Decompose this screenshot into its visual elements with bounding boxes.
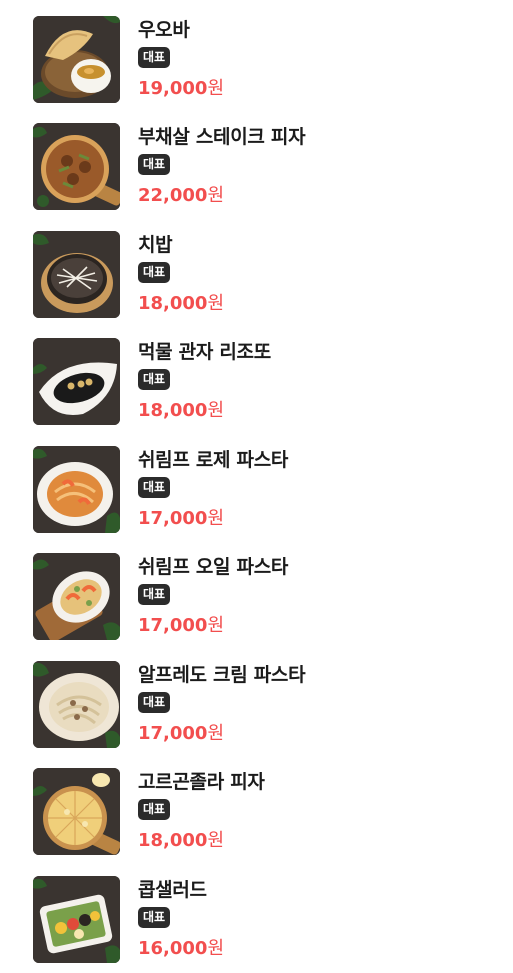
price-amount: 18,000 — [138, 830, 208, 851]
menu-item-gorgonzola-pizza[interactable]: 고르곤졸라 피자 대표 18,000원 — [33, 768, 493, 856]
menu-item-price: 17,000원 — [138, 722, 224, 746]
signature-badge: 대표 — [138, 154, 171, 175]
signature-badge: 대표 — [138, 369, 171, 390]
menu-item-thumbnail — [33, 661, 120, 748]
menu-item-name: 알프레도 크림 파스타 — [138, 664, 306, 686]
egg-dish-image — [33, 16, 120, 103]
menu-item-name: 고르곤졸라 피자 — [138, 771, 265, 793]
price-unit: 원 — [207, 293, 225, 314]
cheese-rice-image — [33, 231, 120, 318]
price-unit: 원 — [207, 78, 225, 99]
gorgonzola-pizza-image — [33, 768, 120, 855]
menu-item-name: 우오바 — [138, 19, 190, 41]
menu-item-shrimp-rose-pasta[interactable]: 쉬림프 로제 파스타 대표 17,000원 — [33, 446, 493, 534]
menu-item-name: 쉬림프 로제 파스타 — [138, 449, 289, 471]
menu-item-shrimp-oil-pasta[interactable]: 쉬림프 오일 파스타 대표 17,000원 — [33, 553, 493, 641]
menu-item-wooba[interactable]: 우오바 대표 19,000원 — [33, 16, 493, 104]
menu-item-price: 17,000원 — [138, 614, 224, 638]
menu-item-price: 19,000원 — [138, 77, 224, 101]
signature-badge: 대표 — [138, 47, 171, 68]
price-amount: 19,000 — [138, 78, 208, 99]
menu-item-thumbnail — [33, 123, 120, 210]
menu-item-thumbnail — [33, 338, 120, 425]
menu-item-thumbnail — [33, 231, 120, 318]
menu-item-name: 치밥 — [138, 234, 173, 256]
menu-item-thumbnail — [33, 768, 120, 855]
menu-item-name: 먹물 관자 리조또 — [138, 341, 271, 363]
menu-item-thumbnail — [33, 16, 120, 103]
cobb-salad-image — [33, 876, 120, 963]
price-amount: 16,000 — [138, 938, 208, 959]
shrimp-rose-pasta-image — [33, 446, 120, 533]
signature-badge: 대표 — [138, 584, 171, 605]
price-amount: 18,000 — [138, 293, 208, 314]
menu-item-chibap[interactable]: 치밥 대표 18,000원 — [33, 231, 493, 319]
price-unit: 원 — [207, 508, 225, 529]
menu-item-price: 16,000원 — [138, 937, 224, 961]
menu-item-steak-pizza[interactable]: 부채살 스테이크 피자 대표 22,000원 — [33, 123, 493, 211]
menu-list: 우오바 대표 19,000원 부채살 스테이크 피자 대표 22,000원 치밥… — [0, 0, 513, 973]
signature-badge: 대표 — [138, 477, 171, 498]
menu-item-thumbnail — [33, 553, 120, 640]
price-amount: 17,000 — [138, 723, 208, 744]
menu-item-price: 18,000원 — [138, 292, 224, 316]
price-amount: 17,000 — [138, 508, 208, 529]
price-unit: 원 — [207, 723, 225, 744]
menu-item-price: 22,000원 — [138, 184, 224, 208]
price-amount: 18,000 — [138, 400, 208, 421]
menu-item-price: 18,000원 — [138, 399, 224, 423]
menu-item-squid-ink-risotto[interactable]: 먹물 관자 리조또 대표 18,000원 — [33, 338, 493, 426]
signature-badge: 대표 — [138, 692, 171, 713]
squid-ink-risotto-image — [33, 338, 120, 425]
price-unit: 원 — [207, 185, 225, 206]
price-unit: 원 — [207, 400, 225, 421]
menu-item-price: 17,000원 — [138, 507, 224, 531]
price-amount: 22,000 — [138, 185, 208, 206]
menu-item-name: 콥샐러드 — [138, 879, 207, 901]
menu-item-name: 쉬림프 오일 파스타 — [138, 556, 289, 578]
menu-item-price: 18,000원 — [138, 829, 224, 853]
menu-item-thumbnail — [33, 876, 120, 963]
price-amount: 17,000 — [138, 615, 208, 636]
signature-badge: 대표 — [138, 799, 171, 820]
menu-item-cobb-salad[interactable]: 콥샐러드 대표 16,000원 — [33, 876, 493, 964]
price-unit: 원 — [207, 938, 225, 959]
price-unit: 원 — [207, 615, 225, 636]
price-unit: 원 — [207, 830, 225, 851]
shrimp-oil-pasta-image — [33, 553, 120, 640]
menu-item-name: 부채살 스테이크 피자 — [138, 126, 306, 148]
steak-pizza-image — [33, 123, 120, 210]
menu-item-thumbnail — [33, 446, 120, 533]
signature-badge: 대표 — [138, 907, 171, 928]
menu-item-alfredo-cream-pasta[interactable]: 알프레도 크림 파스타 대표 17,000원 — [33, 661, 493, 749]
signature-badge: 대표 — [138, 262, 171, 283]
alfredo-cream-pasta-image — [33, 661, 120, 748]
